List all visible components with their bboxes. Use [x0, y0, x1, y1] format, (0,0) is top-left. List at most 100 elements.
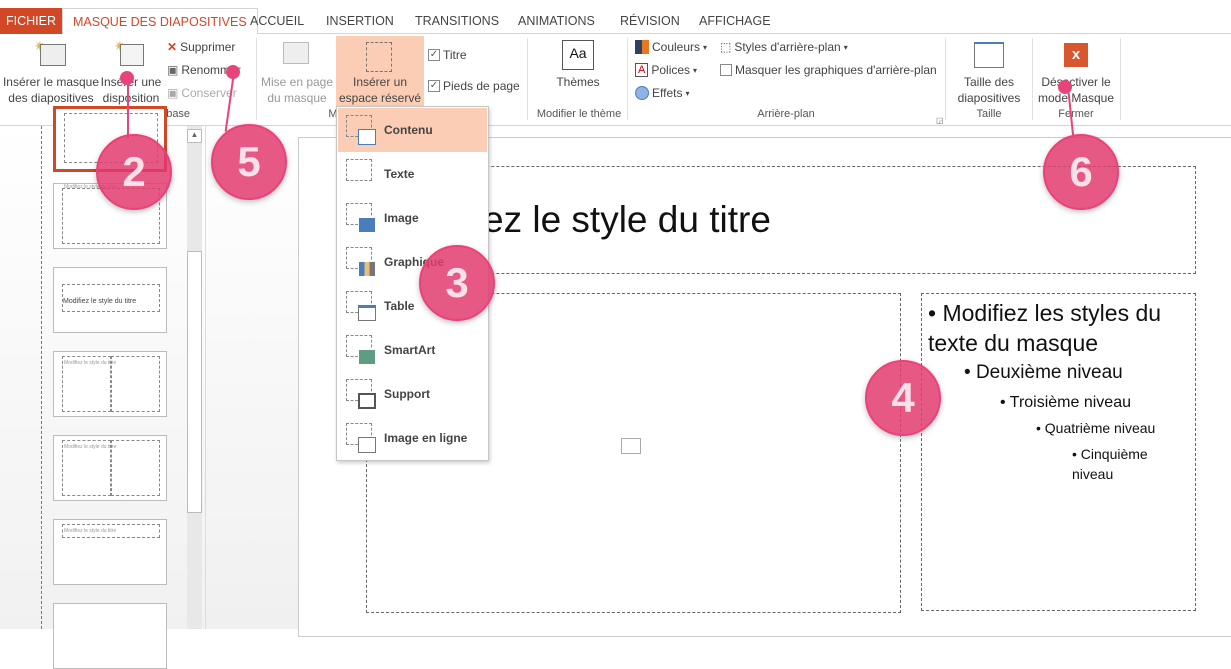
level-3-text: • Troisième niveau — [1000, 394, 1131, 411]
slide-size-button[interactable]: Taille des diapositives — [946, 74, 1032, 106]
dropdown-arrow-icon: ▾ — [703, 42, 708, 52]
hide-background-graphics-checkbox[interactable]: Masquer les graphiques d'arrière-plan — [720, 63, 937, 77]
tab-insertion[interactable]: INSERTION — [316, 8, 404, 34]
group-label-edit-theme: Modifier le thème — [536, 108, 622, 120]
checkbox-icon: ✓ — [428, 49, 440, 61]
rename-icon: ▣ — [167, 63, 179, 77]
fonts-label: Polices — [651, 63, 691, 77]
themes-icon: Aa — [562, 40, 594, 70]
insert-placeholder-icon — [366, 42, 392, 72]
preserve-icon: ▣ — [167, 86, 179, 100]
content-icon — [346, 115, 376, 145]
thumb-title: Modifiez le style du titre — [64, 360, 117, 366]
delete-button[interactable]: ✕ Supprimer — [167, 40, 235, 54]
scroll-up-icon[interactable]: ▲ — [187, 129, 202, 143]
thumbnail-connector — [41, 126, 42, 629]
master-layout-icon — [283, 42, 309, 64]
menu-item-support[interactable]: Support — [338, 372, 487, 416]
background-styles-label: Styles d'arrière-plan — [734, 40, 841, 54]
text-placeholder[interactable]: • Modifiez les styles du texte du masque… — [921, 293, 1196, 611]
level-1-text: • Modifiez les styles du texte du masque — [928, 300, 1162, 356]
slide-thumbnail[interactable]: Modifiez le style du titre — [53, 435, 167, 501]
scroll-thumb[interactable] — [187, 251, 202, 513]
fonts-icon: A — [635, 63, 649, 77]
effects-button[interactable]: Effets ▾ — [635, 86, 689, 100]
callout-2: 2 — [96, 134, 172, 210]
tab-transitions[interactable]: TRANSITIONS — [405, 8, 509, 34]
dialog-launcher-icon[interactable]: ◲ — [936, 116, 944, 125]
slide-thumbnail[interactable]: Modifiez le style du titre — [53, 267, 167, 333]
callout-4: 4 — [865, 360, 941, 436]
slide-thumbnail[interactable] — [53, 603, 167, 669]
ribbon-tabs: FICHIER MASQUE DES DIAPOSITIVES ACCUEIL … — [0, 6, 1231, 35]
background-styles-button[interactable]: ⬚ Styles d'arrière-plan ▾ — [720, 40, 848, 54]
menu-item-smartart[interactable]: SmartArt — [338, 328, 487, 372]
level-5-text: • Cinquième niveau — [1072, 446, 1148, 482]
thumbnail-scrollbar[interactable]: ▲ — [187, 126, 202, 629]
thumb-title: Modifiez le style du titre — [63, 298, 137, 305]
themes-button[interactable]: Thèmes — [540, 74, 616, 90]
callout-pin — [1058, 80, 1072, 94]
slide-size-icon — [974, 42, 1004, 68]
callout-5: 5 — [211, 124, 287, 200]
callout-6: 6 — [1043, 134, 1119, 210]
dropdown-arrow-icon: ▾ — [693, 65, 698, 75]
menu-item-image-en-ligne[interactable]: Image en ligne — [338, 416, 487, 460]
tab-accueil[interactable]: ACCUEIL — [240, 8, 314, 34]
dropdown-arrow-icon: ▾ — [685, 88, 690, 98]
text-icon — [346, 159, 376, 189]
tab-fichier[interactable]: FICHIER — [0, 8, 62, 34]
colors-icon — [635, 40, 649, 54]
thumb-title: Modifiez le style du titre — [64, 444, 117, 450]
media-icon — [346, 379, 376, 409]
tab-revision[interactable]: RÉVISION — [610, 8, 690, 34]
fonts-button[interactable]: A Polices ▾ — [635, 63, 697, 77]
title-check-label: Titre — [443, 48, 467, 62]
callout-3: 3 — [419, 245, 495, 321]
slide-title: ez le style du titre — [483, 199, 771, 240]
checkbox-icon — [720, 64, 732, 76]
colors-label: Couleurs — [652, 40, 701, 54]
title-checkbox[interactable]: ✓ Titre — [428, 48, 467, 62]
insert-placeholder-label: Insérer un espace réservé — [338, 75, 422, 105]
footers-checkbox[interactable]: ✓ Pieds de page — [428, 79, 520, 93]
tab-masque-des-diapositives[interactable]: MASQUE DES DIAPOSITIVES — [62, 8, 258, 35]
callout-pin — [120, 71, 134, 85]
chart-icon — [346, 247, 376, 277]
table-icon — [346, 291, 376, 321]
insert-master-icon: ✷ — [34, 38, 68, 66]
tab-animations[interactable]: ANIMATIONS — [508, 8, 605, 34]
picture-icon — [346, 203, 376, 233]
insert-layout-icon: ✷ — [114, 38, 148, 66]
dropdown-arrow-icon: ▾ — [843, 42, 848, 52]
group-label-close: Fermer — [1058, 108, 1094, 120]
effects-label: Effets — [652, 86, 683, 100]
level-2-text: • Deuxième niveau — [964, 362, 1123, 383]
checkbox-icon: ✓ — [428, 80, 440, 92]
thumb-title: Modifiez le style du titre — [64, 528, 117, 534]
insert-master-button[interactable]: Insérer le masque des diapositives — [2, 74, 100, 106]
group-label-background: Arrière-plan — [757, 108, 815, 120]
smartart-icon — [346, 335, 376, 365]
preserve-button[interactable]: ▣ Conserver — [167, 86, 237, 100]
tab-affichage[interactable]: AFFICHAGE — [689, 8, 781, 34]
hide-background-label: Masquer les graphiques d'arrière-plan — [735, 63, 937, 77]
master-layout-button[interactable]: Mise en page du masque — [258, 74, 336, 106]
delete-label: Supprimer — [180, 40, 236, 54]
slide-thumbnail[interactable]: Modifiez le style du titre — [53, 351, 167, 417]
menu-item-texte[interactable]: Texte — [338, 152, 487, 196]
effects-icon — [635, 86, 649, 100]
slide-thumbnail[interactable]: Modifiez le style du titre — [53, 519, 167, 585]
menu-item-image[interactable]: Image — [338, 196, 487, 240]
menu-item-contenu[interactable]: Contenu — [338, 108, 487, 152]
group-label-size: Taille — [976, 108, 1002, 120]
callout-pin — [226, 65, 240, 79]
close-master-view-button[interactable]: Désactiver le mode Masque — [1034, 74, 1118, 106]
footers-check-label: Pieds de page — [443, 79, 520, 93]
thumbnail-pane[interactable]: Modifiez le style du titre Modifiez le s… — [0, 106, 205, 669]
level-4-text: • Quatrième niveau — [1036, 420, 1156, 436]
insert-placeholder-button[interactable]: Insérer un espace réservé — [336, 36, 424, 106]
background-styles-icon: ⬚ — [720, 40, 732, 54]
close-master-icon: x — [1064, 43, 1088, 67]
colors-button[interactable]: Couleurs ▾ — [635, 40, 707, 54]
